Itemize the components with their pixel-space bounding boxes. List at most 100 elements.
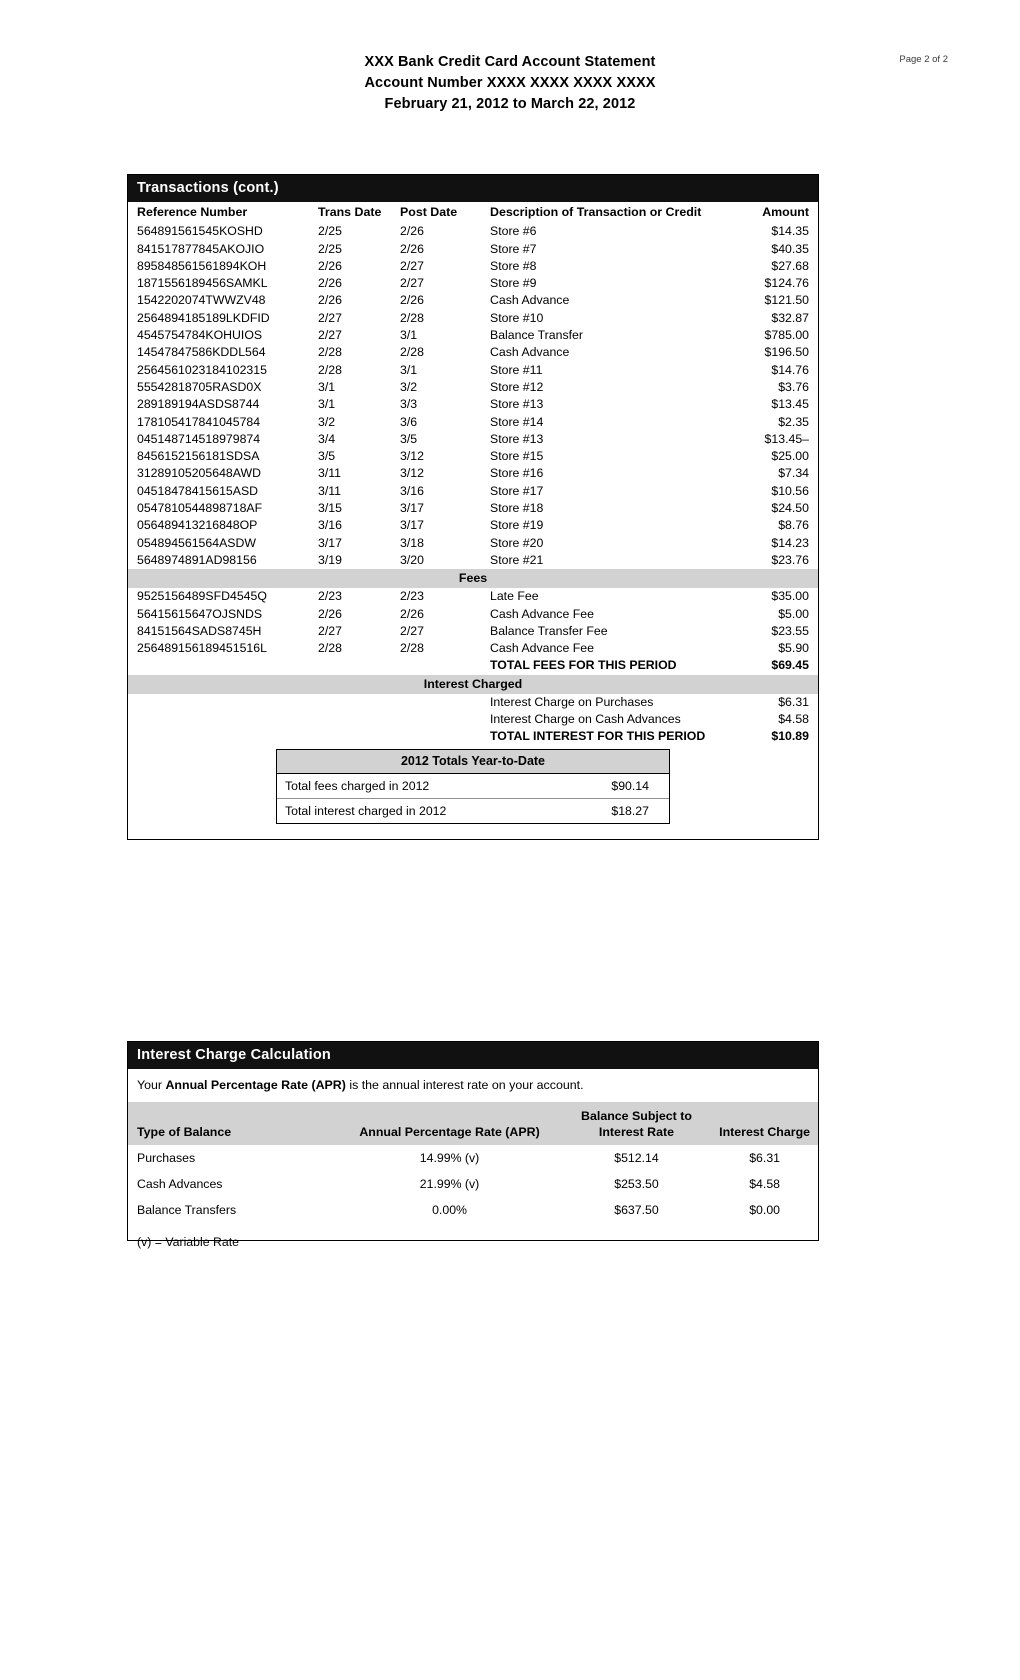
cell-trans-date: 3/2 bbox=[318, 414, 336, 429]
cell-trans-date bbox=[318, 694, 400, 711]
account-number-line: Account Number XXXX XXXX XXXX XXXX bbox=[364, 75, 656, 91]
cell-reference bbox=[128, 694, 318, 711]
fees-section-band: Fees bbox=[128, 569, 818, 589]
table-row: 1542202074TWWZV48 2/26 2/26 Cash Advance $12… bbox=[128, 292, 818, 309]
cell-post-date: 3/1 bbox=[400, 362, 418, 377]
table-row: 045148714518979874 3/4 3/5 Store #13 $13.45– bbox=[128, 431, 818, 448]
cell-description: Store #12 bbox=[490, 379, 544, 394]
table-row: 256489156189451516L 2/28 2/28 Cash Advance … bbox=[128, 640, 818, 657]
cell-post-date: 3/1 bbox=[400, 328, 418, 343]
cell-reference: 04518478415615ASD bbox=[137, 483, 259, 498]
cell-amount: $35.00 bbox=[771, 589, 809, 604]
cell-post-date: 3/2 bbox=[400, 379, 418, 394]
statement-title-line: XXX Bank Credit Card Account Statement bbox=[364, 54, 656, 70]
cell-reference bbox=[128, 728, 318, 745]
cell-amount: $14.76 bbox=[771, 362, 809, 377]
cell-amount: $124.76 bbox=[764, 276, 809, 291]
cell-trans-date: 3/1 bbox=[318, 397, 336, 412]
cell-post-date: 3/17 bbox=[400, 518, 424, 533]
cell-reference bbox=[128, 657, 318, 674]
cell-amount: $5.90 bbox=[778, 641, 809, 656]
icc-cell-balance: $637.50 bbox=[614, 1203, 659, 1217]
icc-cell-apr: 14.99% (v) bbox=[419, 1151, 480, 1165]
ytd-row-value: $90.14 bbox=[611, 779, 649, 793]
cell-description: Store #6 bbox=[490, 224, 537, 239]
cell-post-date: 3/3 bbox=[400, 397, 418, 412]
icc-balance-header-line2: Interest Rate bbox=[598, 1125, 674, 1139]
column-header-amount: Amount bbox=[762, 205, 809, 219]
cell-reference: 054894561564ASDW bbox=[137, 535, 256, 550]
cell-trans-date: 3/11 bbox=[318, 483, 342, 498]
icc-cell-type: Balance Transfers bbox=[137, 1203, 237, 1217]
cell-amount: $25.00 bbox=[771, 449, 809, 464]
cell-description: Cash Advance Fee bbox=[490, 641, 594, 656]
table-row: 289189194ASDS8744 3/1 3/3 Store #13 $13.45 bbox=[128, 396, 818, 413]
cell-trans-date: 3/4 bbox=[318, 431, 336, 446]
column-header-reference: Reference Number bbox=[137, 205, 248, 219]
icc-cell-type: Cash Advances bbox=[137, 1177, 223, 1191]
ytd-row-label: Total interest charged in 2012 bbox=[285, 804, 447, 818]
icc-cell-balance: $512.14 bbox=[614, 1151, 659, 1165]
cell-trans-date: 2/28 bbox=[318, 641, 342, 656]
icc-column-header-charge: Interest Charge bbox=[711, 1102, 818, 1145]
transactions-panel: Transactions (cont.) Reference Number Tr… bbox=[127, 174, 819, 840]
cell-description: Store #19 bbox=[490, 518, 544, 533]
table-row: 56415615647OJSNDS 2/26 2/26 Cash Advance Fe… bbox=[128, 606, 818, 623]
icc-cell-balance: $253.50 bbox=[614, 1177, 659, 1191]
cell-trans-date: 2/27 bbox=[318, 310, 342, 325]
icc-cell-apr: 21.99% (v) bbox=[419, 1177, 480, 1191]
icc-cell-charge: $4.58 bbox=[749, 1177, 780, 1191]
interest-section-band-label: Interest Charged bbox=[128, 674, 818, 694]
table-row: 0547810544898718AF 3/15 3/17 Store #18 $24.5… bbox=[128, 500, 818, 517]
icc-table-row: Cash Advances 21.99% (v) $253.50 $4.58 bbox=[128, 1171, 818, 1197]
cell-reference: 5648974891AD98156 bbox=[137, 552, 257, 567]
cell-trans-date: 2/26 bbox=[318, 276, 342, 291]
icc-balance-header-line1: Balance Subject to bbox=[581, 1109, 692, 1123]
table-row: 841517877845AKOJIO 2/25 2/26 Store #7 $40.35 bbox=[128, 241, 818, 258]
cell-description: Interest Charge on Cash Advances bbox=[490, 712, 681, 727]
icc-column-header-type: Type of Balance bbox=[128, 1102, 338, 1145]
table-row: Interest Charge on Purchases $6.31 bbox=[128, 694, 818, 711]
cell-post-date: 2/23 bbox=[400, 589, 424, 604]
cell-trans-date: 3/1 bbox=[318, 379, 336, 394]
table-row: 14547847586KDDL564 2/28 2/28 Cash Advance $1… bbox=[128, 344, 818, 361]
table-row: 04518478415615ASD 3/11 3/16 Store #17 $10.56 bbox=[128, 483, 818, 500]
cell-reference: 9525156489SFD4545Q bbox=[137, 589, 267, 604]
icc-intro-text: Your Annual Percentage Rate (APR) is the… bbox=[128, 1069, 818, 1102]
cell-description: Store #21 bbox=[490, 552, 544, 567]
icc-cell-type: Purchases bbox=[137, 1151, 196, 1165]
table-row: 9525156489SFD4545Q 2/23 2/23 Late Fee $35.00 bbox=[128, 588, 818, 605]
ytd-row-label: Total fees charged in 2012 bbox=[285, 779, 430, 793]
page-indicator: Page 2 of 2 bbox=[899, 54, 948, 65]
cell-reference: 289189194ASDS8744 bbox=[137, 397, 260, 412]
cell-trans-date: 2/28 bbox=[318, 362, 342, 377]
table-row: 1871556189456SAMKL 2/26 2/27 Store #9 $124.7… bbox=[128, 275, 818, 292]
cell-post-date: 3/17 bbox=[400, 501, 424, 516]
cell-trans-date: 2/26 bbox=[318, 293, 342, 308]
fees-section-band-label: Fees bbox=[128, 569, 818, 589]
cell-post-date: 2/28 bbox=[400, 641, 424, 656]
table-row: 55542818705RASD0X 3/1 3/2 Store #12 $3.76 bbox=[128, 379, 818, 396]
table-row: 31289105205648AWD 3/11 3/12 Store #16 $7.34 bbox=[128, 465, 818, 482]
cell-reference bbox=[128, 711, 318, 728]
cell-amount: $10.56 bbox=[771, 483, 809, 498]
icc-title: Interest Charge Calculation bbox=[128, 1042, 818, 1069]
icc-table-row: Purchases 14.99% (v) $512.14 $6.31 bbox=[128, 1145, 818, 1171]
ytd-totals-box: 2012 Totals Year-to-Date Total fees char… bbox=[276, 749, 670, 824]
cell-post-date: 3/12 bbox=[400, 449, 424, 464]
cell-reference: 1871556189456SAMKL bbox=[137, 276, 268, 291]
cell-description: Store #20 bbox=[490, 535, 544, 550]
cell-description: Store #11 bbox=[490, 362, 543, 377]
cell-post-date bbox=[400, 657, 490, 674]
transactions-table: Reference Number Trans Date Post Date De… bbox=[128, 202, 818, 746]
cell-post-date: 3/18 bbox=[400, 535, 424, 550]
cell-post-date: 3/16 bbox=[400, 483, 424, 498]
cell-reference: 178105417841045784 bbox=[137, 414, 261, 429]
cell-post-date: 3/5 bbox=[400, 431, 418, 446]
table-row: 054894561564ASDW 3/17 3/18 Store #20 $14.23 bbox=[128, 535, 818, 552]
cell-post-date: 2/26 bbox=[400, 224, 424, 239]
table-row: 178105417841045784 3/2 3/6 Store #14 $2.35 bbox=[128, 414, 818, 431]
cell-amount: $7.34 bbox=[778, 466, 809, 481]
cell-description: Store #13 bbox=[490, 397, 544, 412]
cell-reference: 256489156189451516L bbox=[137, 641, 267, 656]
